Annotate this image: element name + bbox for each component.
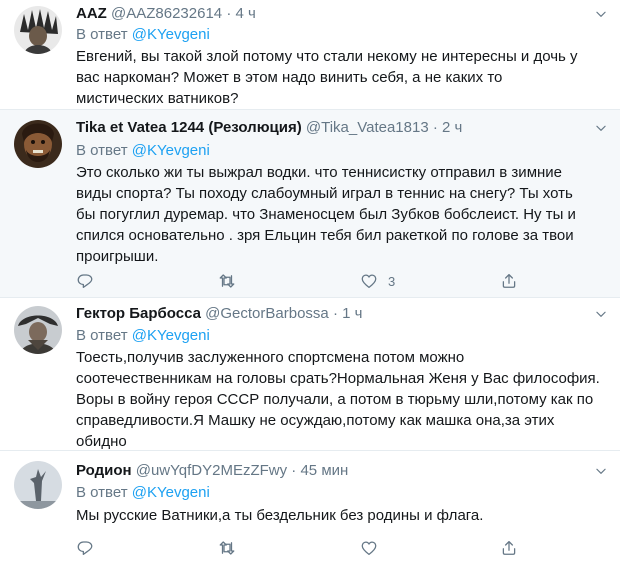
reply-context: В ответ @KYevgeni <box>76 327 210 345</box>
share-button[interactable] <box>500 537 518 559</box>
heart-icon <box>360 272 378 290</box>
author-handle[interactable]: @Tika_Vatea1813 <box>306 119 429 136</box>
author-name[interactable]: Tika et Vatea 1244 (Резолюция) <box>76 119 302 136</box>
like-button[interactable] <box>360 537 378 559</box>
chevron-down-icon[interactable] <box>594 7 608 21</box>
avatar[interactable] <box>14 461 62 509</box>
reply-context: В ответ @KYevgeni <box>76 484 210 502</box>
tweet-text-line: бы погуглил дуремар. что Знаменосцем был… <box>76 206 576 223</box>
reply-prefix: В ответ <box>76 327 128 344</box>
like-button[interactable]: 3 <box>360 270 395 292</box>
retweet-button[interactable] <box>218 270 236 292</box>
tweet-text-line: Воры в войну героя СССР получали, а пото… <box>76 391 594 408</box>
reply-button[interactable] <box>76 270 94 292</box>
tweet-reply[interactable]: Гектор Барбосса @GectorBarbossa · 1 ч В … <box>0 298 620 451</box>
tweet-text: Мы русские Ватники,а ты бездельник без р… <box>76 505 606 526</box>
retweet-icon <box>218 272 236 290</box>
like-count: 3 <box>388 273 396 289</box>
tweet-text: Евгений, вы такой злой потому что стали … <box>76 46 606 109</box>
chevron-down-icon[interactable] <box>594 464 608 478</box>
reply-prefix: В ответ <box>76 26 128 43</box>
separator-dot: · <box>226 5 232 22</box>
timestamp[interactable]: 4 ч <box>235 5 255 22</box>
tweet-text: Тоесть,получив заслуженного спортсмена п… <box>76 347 606 452</box>
mention-link[interactable]: @KYevgeni <box>132 327 210 344</box>
mention-link[interactable]: @KYevgeni <box>132 484 210 501</box>
retweet-icon <box>218 539 236 557</box>
author-name[interactable]: Гектор Барбосса <box>76 305 201 322</box>
timestamp[interactable]: 1 ч <box>342 305 362 322</box>
separator-dot: · <box>332 305 338 322</box>
chevron-down-icon[interactable] <box>594 121 608 135</box>
tweet-reply[interactable]: AAZ @AAZ86232614 · 4 ч В ответ @KYevgeni… <box>0 0 620 110</box>
tweet-text-line: Евгений, вы такой злой потому что стали … <box>76 48 578 65</box>
reply-prefix: В ответ <box>76 142 128 159</box>
tweet-actions <box>76 537 596 559</box>
separator-dot: · <box>291 462 297 479</box>
tweet-text-line: Мы русские Ватники,а ты бездельник без р… <box>76 507 484 524</box>
tweet-text-line: Это сколько жи ты выжрал водки. что тенн… <box>76 164 563 181</box>
tweet-text-line: проигрыши. <box>76 248 159 265</box>
reply-prefix: В ответ <box>76 484 128 501</box>
timestamp[interactable]: 45 мин <box>300 462 348 479</box>
tweet-actions: 3 <box>76 270 596 292</box>
reply-icon <box>76 539 94 557</box>
mention-link[interactable]: @KYevgeni <box>132 142 210 159</box>
tweet-text: Это сколько жи ты выжрал водки. что тенн… <box>76 162 606 267</box>
reply-icon <box>76 272 94 290</box>
tweet-text-line: мистических ватников? <box>76 90 239 107</box>
tweet-text-line: спился основательно . зря Ельцин тебя би… <box>76 227 574 244</box>
retweet-button[interactable] <box>218 537 236 559</box>
share-icon <box>500 539 518 557</box>
tweet-text-line: обидно <box>76 433 127 450</box>
tweet-text-line: Тоесть,получив заслуженного спортсмена п… <box>76 349 465 366</box>
tweet-text-line: вас наркоман? Может в этом надо винить с… <box>76 69 503 86</box>
author-name[interactable]: Родион <box>76 462 132 479</box>
tweet-reply[interactable]: Родион @uwYqfDY2MEzZFwy · 45 мин В ответ… <box>0 451 620 563</box>
reply-context: В ответ @KYevgeni <box>76 142 210 160</box>
author-handle[interactable]: @uwYqfDY2MEzZFwy <box>136 462 287 479</box>
share-button[interactable] <box>500 270 518 292</box>
share-icon <box>500 272 518 290</box>
heart-icon <box>360 539 378 557</box>
tweet-reply[interactable]: Tika et Vatea 1244 (Резолюция) @Tika_Vat… <box>0 110 620 298</box>
avatar[interactable] <box>14 6 62 54</box>
separator-dot: · <box>432 119 438 136</box>
reply-context: В ответ @KYevgeni <box>76 26 210 44</box>
author-handle[interactable]: @GectorBarbossa <box>205 305 329 322</box>
author-name[interactable]: AAZ <box>76 5 107 22</box>
timestamp[interactable]: 2 ч <box>442 119 462 136</box>
tweet-text-line: соотечественникам на головы срать?Нормал… <box>76 370 600 387</box>
reply-button[interactable] <box>76 537 94 559</box>
avatar[interactable] <box>14 120 62 168</box>
tweet-text-line: справедливости.Я Машку не осуждаю,потому… <box>76 412 555 429</box>
author-handle[interactable]: @AAZ86232614 <box>111 5 222 22</box>
mention-link[interactable]: @KYevgeni <box>132 26 210 43</box>
tweet-text-line: виды спорта? Ты походу слабоумный играл … <box>76 185 573 202</box>
avatar[interactable] <box>14 306 62 354</box>
chevron-down-icon[interactable] <box>594 307 608 321</box>
